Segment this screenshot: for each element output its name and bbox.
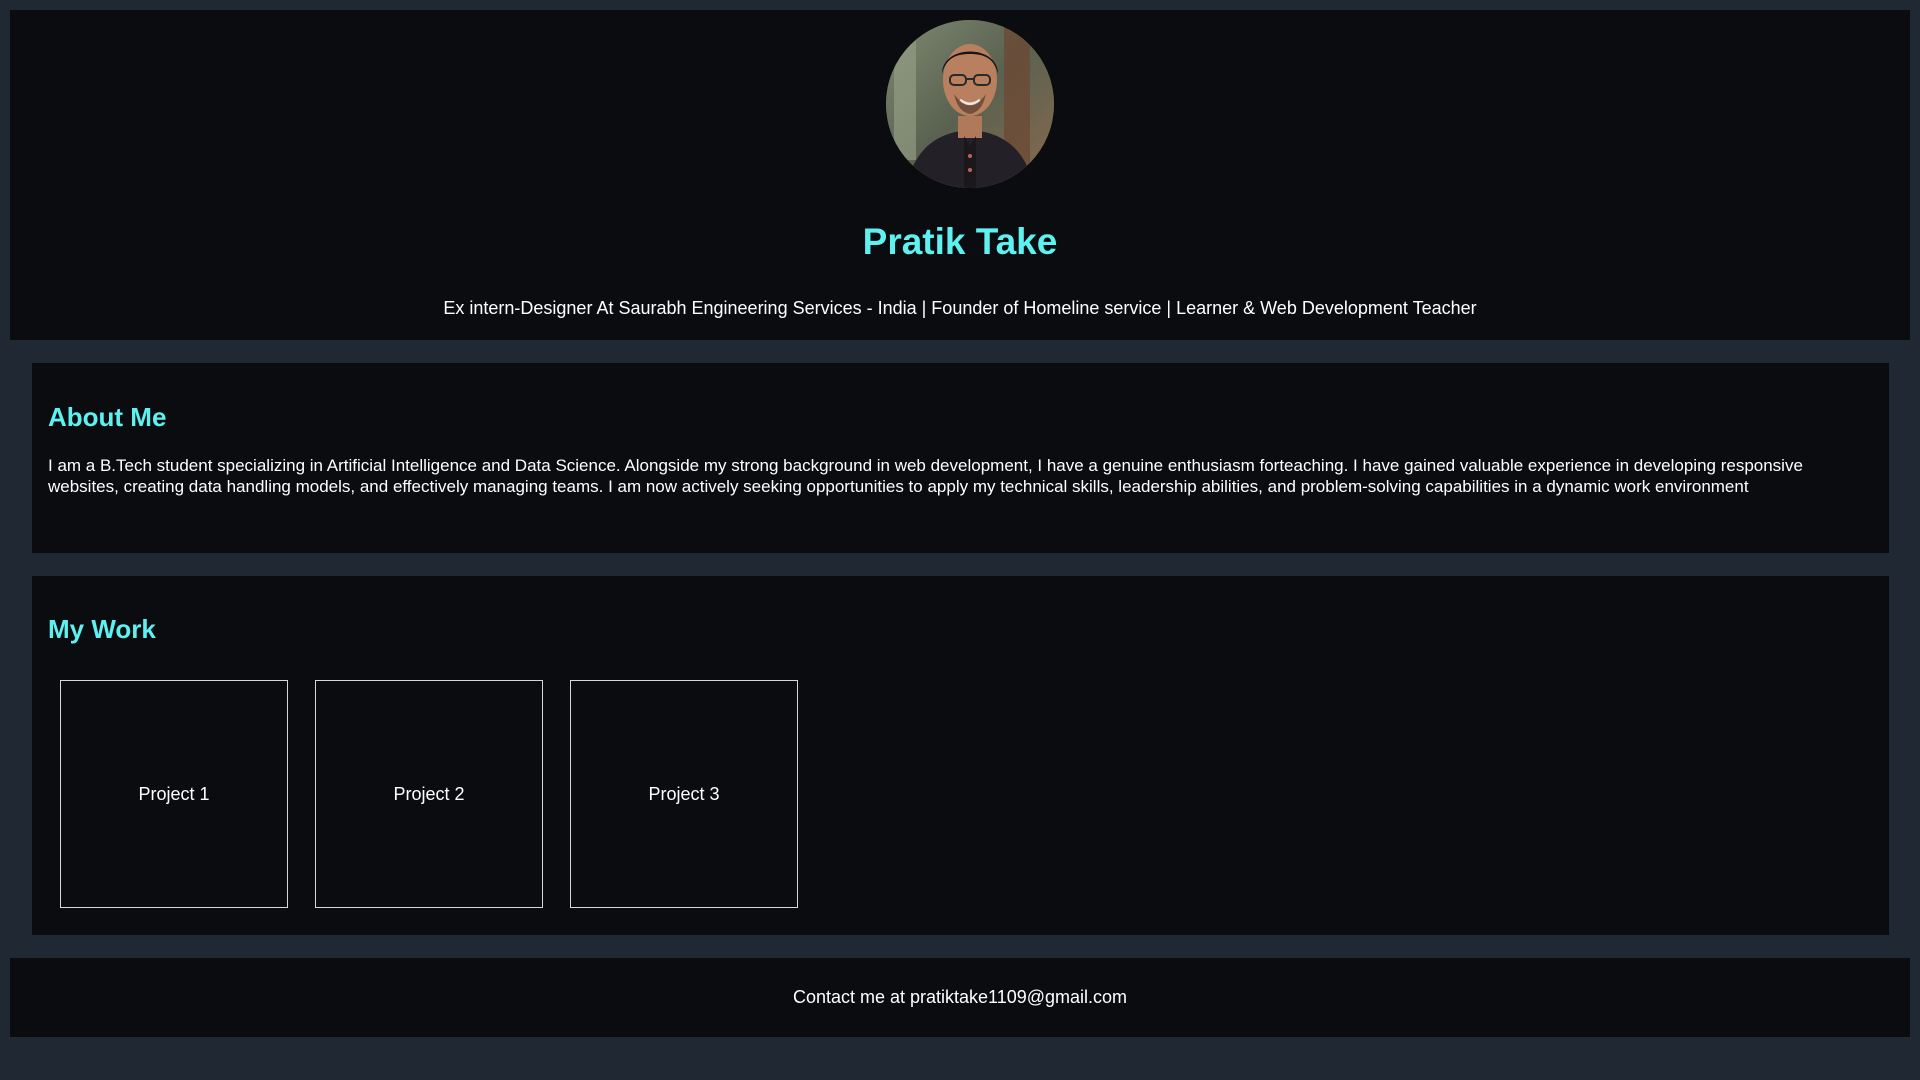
profile-photo-icon [886, 20, 1054, 188]
project-list: Project 1 Project 2 Project 3 [60, 680, 798, 908]
project-card-1[interactable]: Project 1 [60, 680, 288, 908]
about-section: About Me I am a B.Tech student specializ… [32, 363, 1889, 553]
project-card-3[interactable]: Project 3 [570, 680, 798, 908]
contact-footer: Contact me at pratiktake1109@gmail.com [10, 958, 1910, 1037]
profile-header: Pratik Take Ex intern-Designer At Saurab… [10, 10, 1910, 340]
project-card-2[interactable]: Project 2 [315, 680, 543, 908]
about-text: I am a B.Tech student specializing in Ar… [48, 456, 1803, 496]
avatar [886, 20, 1054, 188]
project-label: Project 2 [393, 783, 465, 804]
contact-text: Contact me at pratiktake1109@gmail.com [792, 987, 1128, 1007]
project-label: Project 3 [648, 783, 720, 804]
work-section: My Work Project 1 Project 2 Project 3 [32, 576, 1889, 935]
work-heading: My Work [48, 614, 156, 644]
page-title: Pratik Take [862, 221, 1058, 262]
about-heading: About Me [48, 402, 167, 432]
project-label: Project 1 [138, 783, 210, 804]
tagline: Ex intern-Designer At Saurabh Engineerin… [443, 298, 1477, 318]
